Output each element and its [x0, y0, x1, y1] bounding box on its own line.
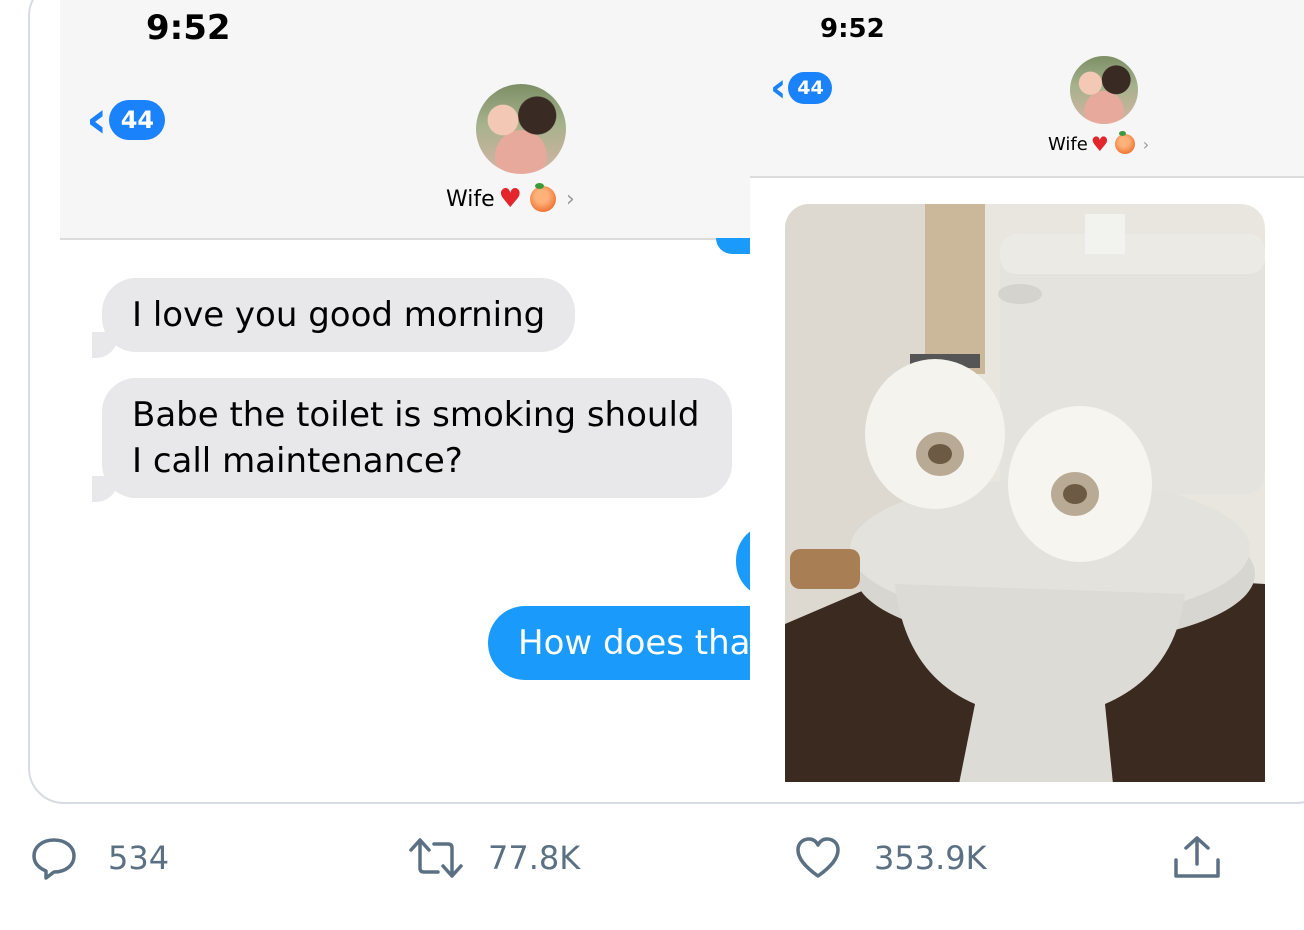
avatar[interactable] — [476, 84, 566, 174]
red-heart-emoji-icon: ♥ — [1090, 132, 1109, 156]
share-action[interactable] — [1172, 834, 1222, 882]
toilet-face-illustration — [785, 204, 1265, 782]
avatar[interactable] — [1070, 56, 1138, 124]
peach-emoji-icon — [529, 183, 556, 212]
back-button[interactable]: ‹ 44 — [86, 90, 166, 150]
share-icon — [1174, 836, 1220, 878]
chevron-left-icon: ‹ — [770, 65, 787, 111]
status-time: 9:52 — [146, 8, 231, 48]
unread-badge: 44 — [109, 100, 166, 140]
reply-action[interactable]: 534 — [30, 834, 169, 882]
reply-icon — [32, 838, 76, 880]
incoming-message: Babe the toilet is smoking should I call… — [102, 378, 732, 498]
left-screenshot[interactable]: 9:52 ‹ 44 Wife ♥ › I love you good morni… — [60, 0, 773, 782]
chevron-right-icon: › — [1142, 134, 1150, 154]
retweet-count: 77.8K — [488, 839, 581, 877]
contact-name: Wife — [446, 186, 495, 212]
like-count: 353.9K — [874, 839, 987, 877]
reply-count: 534 — [108, 839, 170, 877]
contact-name: Wife — [1048, 133, 1088, 155]
right-screenshot[interactable]: 9:52 ‹ 44 Wife ♥ › — [750, 0, 1304, 782]
chevron-left-icon: ‹ — [86, 90, 108, 150]
incoming-message: I love you good morning — [102, 278, 576, 352]
contact-name-row[interactable]: Wife ♥ › — [1048, 131, 1150, 156]
chevron-right-icon: › — [565, 186, 575, 212]
status-time: 9:52 — [820, 14, 885, 44]
red-heart-emoji-icon: ♥ — [498, 184, 522, 214]
tweet-media-card[interactable]: 9:52 ‹ 44 Wife ♥ › I love you good morni… — [28, 0, 1304, 804]
back-button[interactable]: ‹ 44 — [770, 65, 833, 111]
toilet-photo[interactable] — [785, 204, 1265, 782]
peach-emoji-icon — [1114, 131, 1135, 154]
retweet-action[interactable]: 77.8K — [408, 834, 580, 882]
retweet-icon — [409, 838, 463, 878]
outgoing-message: How does that — [488, 606, 773, 680]
unread-badge: 44 — [788, 72, 833, 104]
heart-icon — [796, 837, 840, 878]
contact-name-row[interactable]: Wife ♥ › — [446, 183, 575, 214]
like-action[interactable]: 353.9K — [794, 834, 987, 882]
tweet-action-bar: 534 77.8K 353.9K — [0, 820, 1304, 900]
